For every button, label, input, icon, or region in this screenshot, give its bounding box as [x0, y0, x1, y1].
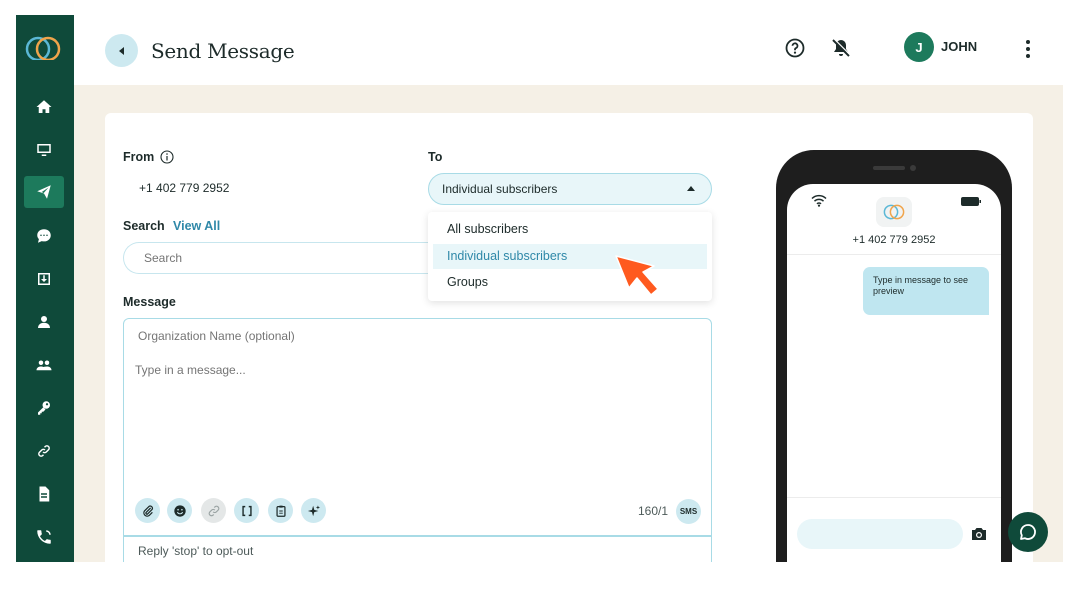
nav-phone[interactable]	[24, 521, 64, 553]
nav-link[interactable]	[24, 435, 64, 467]
support-chat-button[interactable]	[1008, 512, 1048, 552]
top-bar: Send Message J JOHN	[74, 15, 1063, 85]
character-counter: 160/1	[638, 504, 669, 518]
back-button[interactable]	[105, 34, 138, 67]
clipboard-icon	[275, 505, 286, 517]
contact-avatar	[876, 197, 912, 227]
dropdown-option-groups[interactable]: Groups	[433, 270, 707, 295]
insert-link-button[interactable]	[201, 498, 226, 523]
template-button[interactable]	[268, 498, 293, 523]
avatar[interactable]: J	[904, 32, 934, 62]
phone-preview: +1 402 779 2952 Type in message to see p…	[776, 150, 1012, 562]
recipient-dropdown: All subscribers Individual subscribers G…	[428, 212, 712, 301]
search-input[interactable]	[123, 242, 443, 274]
screen-divider	[787, 254, 1001, 255]
person-icon	[38, 316, 50, 328]
ai-assist-button[interactable]	[301, 498, 326, 523]
home-icon	[36, 100, 52, 113]
bell-off-icon[interactable]	[831, 38, 851, 58]
link-icon	[208, 505, 219, 516]
wifi-icon	[811, 194, 827, 207]
app-logo[interactable]	[23, 33, 63, 65]
emoji-icon	[173, 504, 186, 517]
phone-call-icon	[37, 530, 51, 544]
from-label: From	[123, 150, 155, 164]
send-icon	[37, 185, 51, 199]
dropdown-option-individual[interactable]: Individual subscribers	[433, 244, 707, 269]
monitor-icon	[37, 144, 51, 156]
nav-key[interactable]	[24, 392, 64, 424]
sidebar	[16, 15, 74, 562]
optout-footer: Reply 'stop' to opt-out	[123, 536, 712, 562]
search-label: Search	[123, 219, 165, 233]
from-number: +1 402 779 2952	[139, 181, 230, 195]
contact-number: +1 402 779 2952	[852, 234, 936, 246]
nav-inbox[interactable]	[24, 263, 64, 295]
brackets-icon	[241, 505, 252, 516]
camera-icon	[972, 528, 986, 540]
dropdown-option-all[interactable]: All subscribers	[433, 217, 707, 242]
help-icon[interactable]	[785, 38, 805, 58]
phone-screen: +1 402 779 2952 Type in message to see p…	[787, 184, 1001, 562]
people-icon	[36, 360, 52, 371]
nav-send[interactable]	[24, 176, 64, 208]
key-icon	[38, 401, 50, 415]
nav-monitor[interactable]	[24, 134, 64, 166]
to-select-value: Individual subscribers	[442, 182, 558, 196]
link-icon	[38, 445, 50, 457]
nav-person[interactable]	[24, 306, 64, 338]
organization-name-input[interactable]	[123, 318, 712, 353]
phone-speaker	[873, 166, 905, 170]
nav-people[interactable]	[24, 349, 64, 381]
battery-icon	[961, 197, 981, 206]
merge-field-button[interactable]	[234, 498, 259, 523]
document-icon	[39, 486, 50, 502]
compose-field	[797, 519, 963, 549]
chat-icon	[1020, 524, 1036, 540]
sms-badge: SMS	[676, 499, 701, 524]
app-logo-icon	[883, 204, 905, 220]
phone-camera-dot	[910, 165, 916, 171]
caret-up-icon	[687, 186, 695, 191]
caret-left-icon	[118, 46, 124, 55]
nav-document[interactable]	[24, 478, 64, 510]
to-select[interactable]: Individual subscribers	[428, 173, 712, 205]
page-title: Send Message	[151, 39, 295, 63]
view-all-link[interactable]: View All	[173, 219, 220, 233]
nav-chat[interactable]	[24, 220, 64, 252]
info-icon[interactable]	[160, 150, 174, 164]
screen-divider	[787, 497, 1001, 498]
message-preview-bubble: Type in message to see preview	[863, 267, 989, 315]
user-name[interactable]: JOHN	[941, 39, 977, 54]
more-vertical-icon[interactable]	[1019, 37, 1037, 61]
inbox-download-icon	[38, 273, 50, 285]
message-label: Message	[123, 295, 176, 309]
paperclip-icon	[142, 505, 153, 517]
nav-home[interactable]	[24, 91, 64, 123]
message-box: 160/1 SMS	[123, 352, 712, 536]
sparkle-icon	[307, 504, 320, 516]
message-textarea[interactable]	[124, 352, 710, 492]
to-label: To	[428, 150, 443, 164]
pointer-arrow-icon	[615, 255, 659, 296]
emoji-button[interactable]	[167, 498, 192, 523]
chat-bubble-icon	[37, 229, 51, 243]
attach-button[interactable]	[135, 498, 160, 523]
